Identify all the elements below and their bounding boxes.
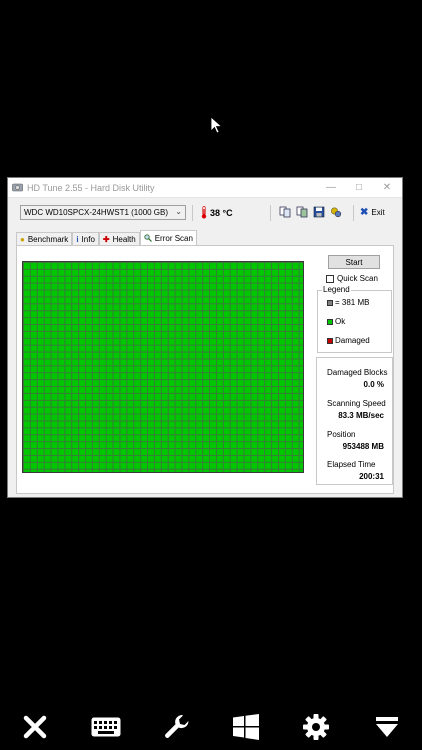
legend-item: Damaged [327,336,370,345]
thermometer-icon [201,206,207,219]
legend-swatch-green [327,318,333,325]
legend-item: Ok [327,317,345,326]
elapsed-time-value: 200:31 [359,472,384,481]
legend-swatch-red [327,337,333,344]
scanning-speed-value: 83.3 MB/sec [338,411,384,420]
tab-label: Error Scan [154,234,193,243]
remote-control-bar [0,700,422,750]
tab-error-scan[interactable]: Error Scan [139,230,197,246]
quick-scan-option[interactable]: Quick Scan [326,274,378,283]
legend-title: Legend [322,285,351,294]
toolbar: WDC WD10SPCX-24HWST1 (1000 GB) ⌄ 38 °C ✖… [8,203,402,225]
hdtune-window: HD Tune 2.55 - Hard Disk Utility — □ ✕ W… [7,177,403,498]
copy-text-icon[interactable] [278,205,292,219]
keyboard-icon[interactable] [90,712,122,742]
toolbar-divider [270,205,271,221]
legend-label: Damaged [335,336,370,345]
tab-health[interactable]: ✚ Health [98,232,140,246]
minimize-button[interactable]: — [320,178,342,197]
scan-block-grid [22,261,304,473]
scan-stats-box: Damaged Blocks 0.0 % Scanning Speed 83.3… [316,357,393,485]
legend-label: = 381 MB [335,298,370,307]
gear-icon[interactable] [301,712,331,742]
close-window-button[interactable]: ✕ [376,178,398,197]
position-label: Position [327,430,356,439]
dropdown-icon[interactable] [372,712,402,742]
legend-swatch-gray [327,299,333,306]
close-icon[interactable] [20,712,50,742]
scanning-speed-label: Scanning Speed [327,399,386,408]
damaged-blocks-label: Damaged Blocks [327,368,388,377]
exit-button[interactable]: ✖ Exit [360,207,385,218]
tab-label: Health [112,235,136,244]
magnifier-icon [144,233,152,244]
exit-label: Exit [371,208,385,217]
tab-label: Info [81,235,95,244]
damaged-blocks-value: 0.0 % [363,380,384,389]
temperature-value: 38 °C [210,207,233,218]
error-scan-panel: Start Quick Scan Legend = 381 MB Ok Dama… [16,245,394,494]
toolbar-divider [353,205,354,221]
window-title: HD Tune 2.55 - Hard Disk Utility [27,182,155,193]
elapsed-time-label: Elapsed Time [327,460,376,469]
mouse-cursor-icon [210,116,223,134]
copy-image-icon[interactable] [295,205,309,219]
wrench-icon[interactable] [162,712,192,742]
toolbar-icons [278,205,343,219]
drive-select[interactable]: WDC WD10SPCX-24HWST1 (1000 GB) ⌄ [20,205,186,220]
legend-item: = 381 MB [327,298,369,307]
info-icon: i [76,235,79,244]
health-cross-icon: ✚ [102,235,110,244]
toolbar-divider [192,205,193,221]
hdtune-app-icon [12,183,23,192]
tab-benchmark[interactable]: ● Benchmark [16,232,73,246]
legend-box: Legend = 381 MB Ok Damaged [317,285,392,353]
quick-scan-checkbox[interactable] [326,274,334,283]
chevron-down-icon: ⌄ [175,207,182,216]
options-icon[interactable] [329,205,343,219]
save-icon[interactable] [312,205,326,219]
drive-select-value: WDC WD10SPCX-24HWST1 (1000 GB) [24,208,169,217]
title-bar[interactable]: HD Tune 2.55 - Hard Disk Utility — □ ✕ [8,178,402,198]
exit-x-icon: ✖ [360,207,369,218]
start-button[interactable]: Start [328,255,380,269]
tab-strip: ● Benchmark i Info ✚ Health Error Scan [16,230,197,246]
tab-info[interactable]: i Info [72,232,99,246]
legend-label: Ok [335,317,346,326]
position-value: 953488 MB [342,442,384,451]
maximize-button[interactable]: □ [348,178,370,197]
temperature-readout: 38 °C [201,206,233,219]
quick-scan-label: Quick Scan [337,274,378,283]
benchmark-icon: ● [20,235,25,244]
windows-icon[interactable] [231,712,261,742]
tab-label: Benchmark [27,235,69,244]
